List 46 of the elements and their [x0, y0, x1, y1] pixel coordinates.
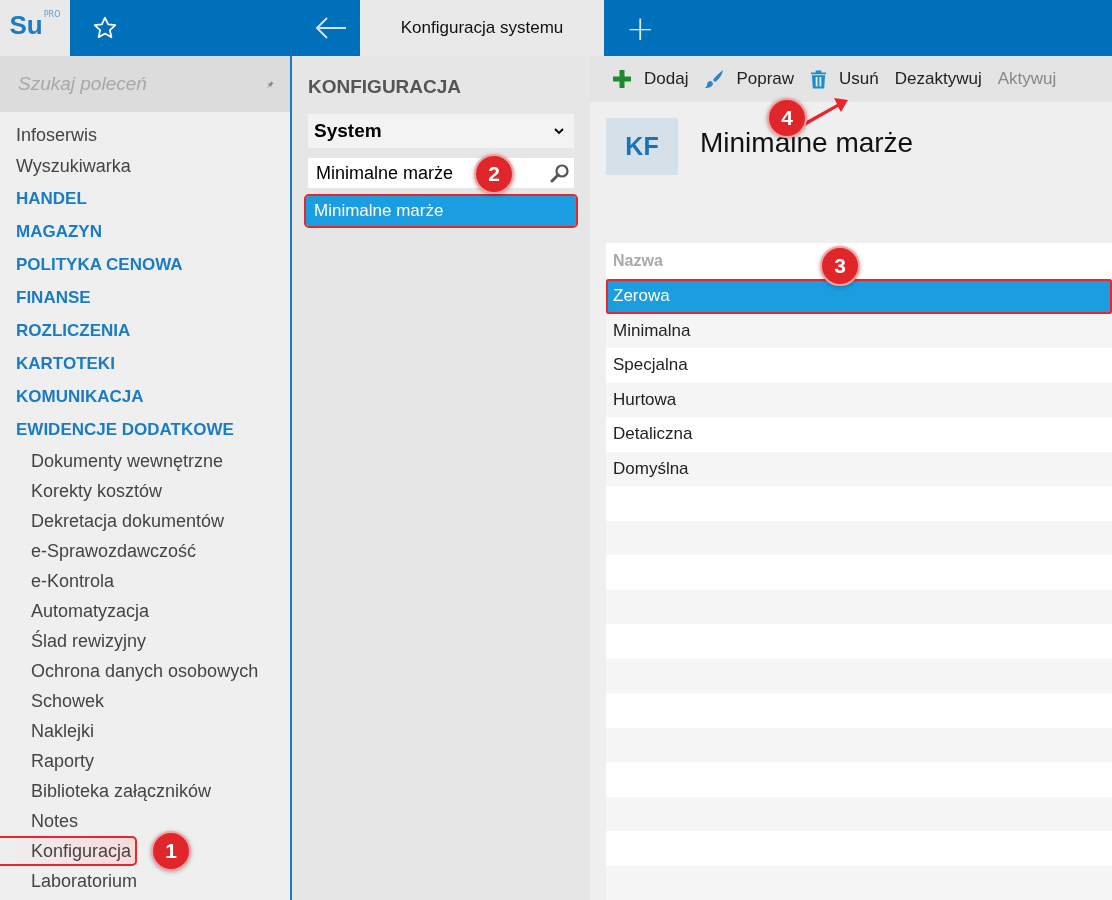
sidebar-item[interactable]: Ochrona danych osobowych	[0, 656, 263, 686]
toolbar-button[interactable]: Dodaj	[606, 65, 695, 93]
star-icon[interactable]	[92, 15, 118, 41]
category-dropdown[interactable]: System	[308, 114, 574, 148]
table-row[interactable]: Detaliczna	[606, 417, 1112, 452]
sidebar-item[interactable]: Biblioteka załączników	[0, 776, 216, 806]
trash-icon	[810, 69, 828, 89]
sidebar-item[interactable]: Raporty	[0, 746, 99, 776]
sidebar-item[interactable]: MAGAZYN	[0, 215, 106, 248]
sidebar-item[interactable]: e-Sprawozdawczość	[0, 536, 201, 566]
sidebar-item[interactable]: Notes	[0, 806, 83, 836]
sidebar-item[interactable]: Automatyzacja	[0, 596, 154, 626]
sidebar-item[interactable]: Wyszukiwarka	[0, 151, 135, 182]
sidebar-item[interactable]: Ślad rewizyjny	[0, 626, 151, 656]
toolbar-button[interactable]: Dezaktywuj	[888, 65, 988, 93]
sidebar-item[interactable]: Konfiguracja	[0, 836, 138, 866]
sidebar-item[interactable]: EWIDENCJE DODATKOWE	[0, 413, 238, 446]
sidebar-item[interactable]: Korekty kosztów	[0, 476, 167, 506]
panel-title: KONFIGURACJA	[308, 76, 463, 98]
sidebar-item[interactable]: HANDEL	[0, 182, 91, 215]
record-badge: KF	[606, 118, 678, 175]
table-row[interactable]: Specjalna	[606, 348, 1112, 383]
plus-icon	[612, 69, 632, 89]
sidebar-item[interactable]: Dokumenty wewnętrzne	[0, 446, 228, 476]
sidebar-item[interactable]: e-Kontrola	[0, 566, 119, 596]
sidebar-item[interactable]: Naklejki	[0, 716, 99, 746]
sidebar-item[interactable]: Infoserwis	[0, 120, 102, 151]
sidebar-item[interactable]: Dekretacja dokumentów	[0, 506, 229, 536]
sidebar-item[interactable]: POLITYKA CENOWA	[0, 248, 187, 281]
search-icon[interactable]	[550, 163, 570, 183]
brush-icon	[704, 69, 725, 89]
toolbar-button[interactable]: Popraw	[698, 65, 801, 93]
chevron-icon	[554, 128, 564, 134]
sidebar-item[interactable]: Schowek	[0, 686, 109, 716]
sidebar-item[interactable]: FINANSE	[0, 281, 95, 314]
toolbar-button[interactable]: Usuń	[804, 65, 885, 93]
tab[interactable]: Konfiguracja systemu	[360, 0, 604, 56]
sidebar-item[interactable]: KARTOTEKI	[0, 347, 119, 380]
table-row[interactable]: Hurtowa	[606, 382, 1112, 417]
table-row[interactable]: Domyślna	[606, 451, 1112, 486]
new-tab-button[interactable]: +	[626, 11, 655, 45]
table-row[interactable]: Minimalna	[606, 313, 1112, 348]
back-arrow-icon[interactable]	[314, 16, 348, 40]
sidebar-item[interactable]: KOMUNIKACJA	[0, 380, 148, 413]
sidebar-item[interactable]: ROZLICZENIA	[0, 314, 135, 347]
sidebar-item[interactable]: Laboratorium	[0, 866, 142, 896]
